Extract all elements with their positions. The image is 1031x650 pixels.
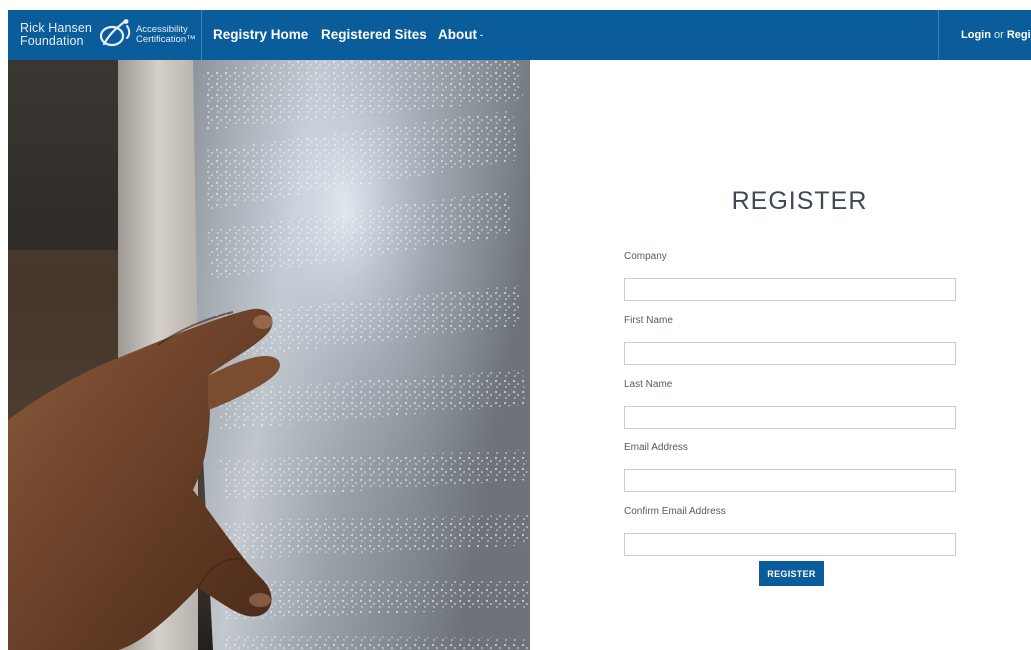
register-button[interactable]: REGISTER [759,561,824,586]
wheelchair-figure-logo-icon [98,18,132,53]
hero-photo-braille-hand [8,60,530,650]
register-title: REGISTER [731,187,868,215]
register-form: REGISTER Company First Name Last Name Em… [530,60,1031,650]
last-name-label: Last Name [624,379,673,390]
email-label: Email Address [624,442,688,453]
nav-login-link[interactable]: Login [961,29,991,41]
nav-divider [201,10,202,60]
nav-registry-home-link[interactable]: Registry Home [213,10,308,60]
brand-logo[interactable]: Rick Hansen Foundation Accessibility Cer… [20,16,196,54]
brand-subtitle-line2: Certification™ [135,34,196,45]
email-input[interactable] [624,469,956,492]
nav-divider-right [938,10,939,60]
top-navbar: Rick Hansen Foundation Accessibility Cer… [8,10,1031,60]
first-name-input[interactable] [624,342,956,365]
brand-subtitle: Accessibility Certification™ [135,24,196,46]
nav-register-link[interactable]: Registe [1007,29,1031,41]
brand-name: Rick Hansen Foundation [20,22,92,48]
brand-name-line2: Foundation [20,34,84,48]
nav-auth-links: Login or Registe [961,10,1031,60]
confirm-email-label: Confirm Email Address [624,506,726,517]
first-name-label: First Name [624,315,673,326]
nav-about-link[interactable]: About - [438,10,483,60]
last-name-input[interactable] [624,406,956,429]
company-input[interactable] [624,278,956,301]
company-label: Company [624,251,667,262]
nav-registered-sites-link[interactable]: Registered Sites [321,10,427,60]
nav-about-label: About [438,27,477,42]
confirm-email-input[interactable] [624,533,956,556]
about-caret-icon: - [479,30,483,40]
nav-or-text: or [990,29,1007,41]
page: Rick Hansen Foundation Accessibility Cer… [8,10,1031,650]
